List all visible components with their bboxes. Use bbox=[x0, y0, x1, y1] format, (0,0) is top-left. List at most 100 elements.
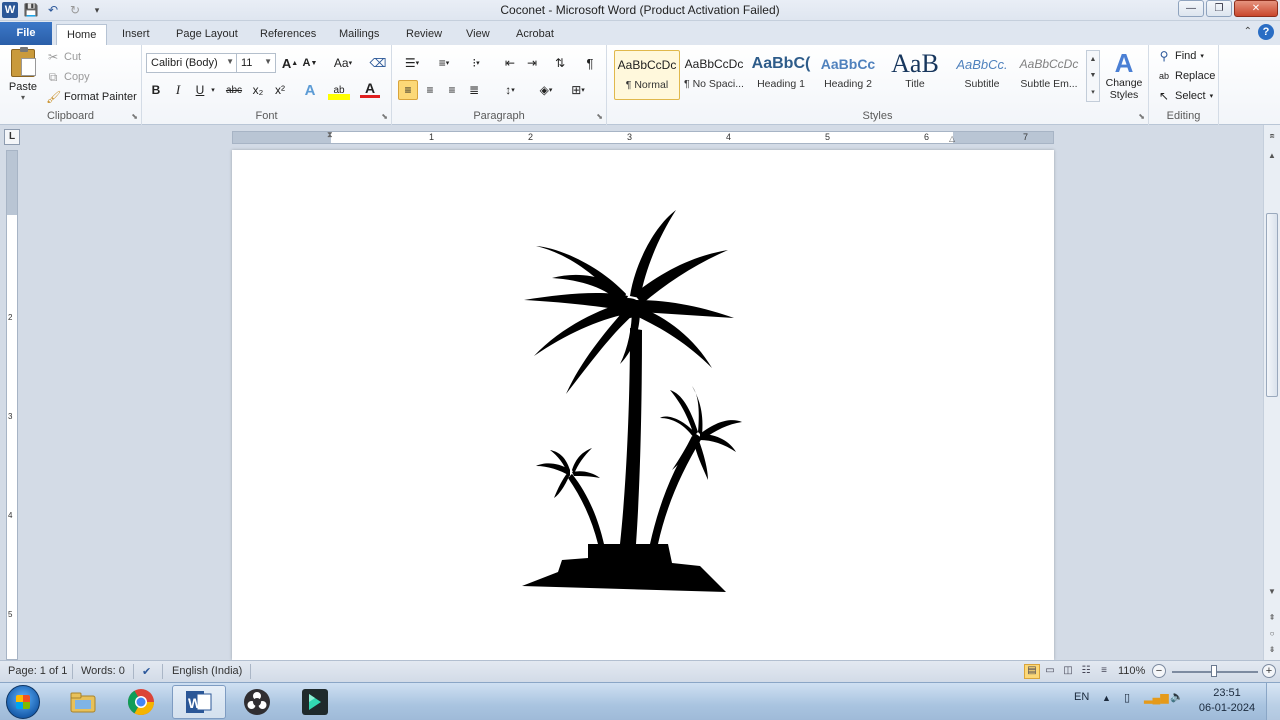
styles-gallery-scroll[interactable]: ▲ ▼ ▾ bbox=[1086, 50, 1100, 102]
scroll-down-icon[interactable]: ▼ bbox=[1266, 587, 1278, 599]
taskbar-obs[interactable] bbox=[230, 685, 284, 719]
paragraph-dialog-launcher-icon[interactable]: ⬊ bbox=[596, 112, 603, 121]
minimize-button[interactable]: — bbox=[1178, 0, 1204, 17]
proofing-icon[interactable]: ✔ bbox=[142, 665, 151, 678]
restore-button[interactable]: ❐ bbox=[1206, 0, 1232, 17]
line-spacing-icon[interactable]: ↕ ▾ bbox=[496, 80, 524, 100]
font-size-combo[interactable]: 11 ▼ bbox=[236, 53, 276, 73]
scroll-up-icon[interactable]: ▲ bbox=[1090, 56, 1097, 63]
input-language-indicator[interactable]: EN bbox=[1074, 691, 1089, 703]
justify-icon[interactable]: ≣ bbox=[464, 80, 484, 100]
scroll-down-icon[interactable]: ▼ bbox=[1090, 72, 1097, 79]
taskbar-chrome[interactable] bbox=[114, 685, 168, 719]
shading-icon[interactable]: ◈ ▾ bbox=[532, 80, 560, 100]
tab-insert[interactable]: Insert bbox=[112, 24, 160, 45]
shrink-font-button[interactable]: A ▼ bbox=[300, 53, 320, 73]
strikethrough-button[interactable]: abc bbox=[222, 80, 246, 100]
browse-object-icon[interactable]: ○ bbox=[1266, 629, 1278, 641]
clipboard-dialog-launcher-icon[interactable]: ⬊ bbox=[131, 112, 138, 121]
outline-view-icon[interactable]: ☷ bbox=[1078, 664, 1094, 679]
increase-indent-icon[interactable]: ⇥ bbox=[522, 53, 542, 73]
print-layout-view-icon[interactable]: ▤ bbox=[1024, 664, 1040, 679]
style-subtitle[interactable]: AaBbCc. Subtitle bbox=[949, 50, 1015, 100]
system-clock[interactable]: 23:51 06-01-2024 bbox=[1196, 686, 1258, 716]
font-color-button[interactable]: A bbox=[360, 80, 380, 98]
full-screen-reading-icon[interactable]: ▭ bbox=[1042, 664, 1058, 679]
tab-selector[interactable]: L bbox=[4, 129, 20, 145]
bullets-icon[interactable]: ☰ ▾ bbox=[398, 53, 426, 73]
page-count[interactable]: Page: 1 of 1 bbox=[8, 665, 67, 677]
language-indicator[interactable]: English (India) bbox=[172, 665, 242, 677]
more-styles-icon[interactable]: ▾ bbox=[1091, 88, 1095, 96]
taskbar-word[interactable]: W bbox=[172, 685, 226, 719]
style-title[interactable]: AaB Title bbox=[882, 50, 948, 100]
clear-formatting-icon[interactable]: ⌫ bbox=[368, 53, 388, 73]
show-desktop-button[interactable] bbox=[1266, 683, 1280, 720]
tab-file[interactable]: File bbox=[0, 22, 52, 45]
font-dialog-launcher-icon[interactable]: ⬊ bbox=[381, 112, 388, 121]
borders-icon[interactable]: ⊞ ▾ bbox=[564, 80, 592, 100]
align-left-icon[interactable]: ≡ bbox=[398, 80, 418, 100]
web-layout-icon[interactable]: ◫ bbox=[1060, 664, 1076, 679]
underline-dropdown-icon[interactable]: ▾ bbox=[208, 80, 218, 100]
volume-icon[interactable]: 🔈 bbox=[1170, 690, 1184, 703]
vertical-scrollbar[interactable]: ⧈ ▲ ▼ ⇞ ○ ⇟ bbox=[1263, 125, 1280, 660]
format-painter-button[interactable]: 🖌 Format Painter bbox=[46, 88, 137, 106]
paste-button[interactable]: Paste ▾ bbox=[6, 47, 40, 103]
sort-icon[interactable]: ⇅ bbox=[550, 53, 570, 73]
indent-marker-icon[interactable]: ⧗ bbox=[327, 130, 333, 140]
tab-mailings[interactable]: Mailings bbox=[329, 24, 389, 45]
numbering-icon[interactable]: ≡ ▾ bbox=[430, 53, 458, 73]
scroll-up-icon[interactable]: ▲ bbox=[1266, 151, 1278, 163]
styles-dialog-launcher-icon[interactable]: ⬊ bbox=[1138, 112, 1145, 121]
bold-button[interactable]: B bbox=[146, 80, 166, 100]
paste-dropdown-icon[interactable]: ▾ bbox=[6, 93, 40, 102]
close-button[interactable]: ✕ bbox=[1234, 0, 1278, 17]
scrollbar-thumb[interactable] bbox=[1266, 213, 1278, 397]
ruler-toggle-icon[interactable]: ⧈ bbox=[1266, 131, 1278, 143]
horizontal-ruler[interactable]: 1 2 3 4 5 6 7 ⧗ △ bbox=[232, 130, 1054, 144]
palm-tree-silhouette-image[interactable] bbox=[522, 208, 744, 598]
tab-home[interactable]: Home bbox=[56, 24, 108, 45]
style-normal[interactable]: AaBbCcDc ¶ Normal bbox=[614, 50, 680, 100]
next-page-icon[interactable]: ⇟ bbox=[1266, 645, 1278, 657]
font-name-combo[interactable]: Calibri (Body) ▼ bbox=[146, 53, 238, 73]
network-icon[interactable]: ▂▄▆ bbox=[1144, 691, 1169, 704]
zoom-slider-thumb[interactable] bbox=[1211, 665, 1217, 677]
subscript-button[interactable]: x₂ bbox=[248, 80, 268, 100]
right-indent-marker-icon[interactable]: △ bbox=[949, 134, 955, 143]
text-effects-button[interactable]: A bbox=[300, 80, 320, 100]
tab-references[interactable]: References bbox=[250, 24, 326, 45]
show-hidden-icons-icon[interactable]: ▲ bbox=[1102, 693, 1111, 703]
word-count[interactable]: Words: 0 bbox=[81, 665, 125, 677]
zoom-in-button[interactable]: + bbox=[1262, 664, 1276, 678]
style-subtle-emphasis[interactable]: AaBbCcDc Subtle Em... bbox=[1016, 50, 1082, 100]
style-no-spacing[interactable]: AaBbCcDc ¶ No Spaci... bbox=[681, 50, 747, 100]
find-button[interactable]: ⚲ Find ▾ bbox=[1157, 47, 1204, 65]
taskbar-filmora[interactable] bbox=[288, 685, 342, 719]
replace-button[interactable]: ab Replace bbox=[1157, 67, 1215, 85]
tab-acrobat[interactable]: Acrobat bbox=[506, 24, 564, 45]
tab-review[interactable]: Review bbox=[396, 24, 452, 45]
grow-font-button[interactable]: A ▲ bbox=[280, 53, 300, 73]
align-right-icon[interactable]: ≡ bbox=[442, 80, 462, 100]
copy-button[interactable]: ⧉ Copy bbox=[46, 68, 90, 86]
underline-button[interactable]: U bbox=[190, 80, 210, 100]
battery-icon[interactable]: ▯ bbox=[1124, 691, 1130, 704]
vertical-ruler[interactable]: 2 3 4 5 bbox=[6, 150, 18, 660]
draft-view-icon[interactable]: ≡ bbox=[1096, 664, 1112, 679]
highlight-button[interactable]: ab bbox=[328, 80, 350, 100]
italic-button[interactable]: I bbox=[168, 80, 188, 100]
multilevel-list-icon[interactable]: ⁝ ▾ bbox=[462, 53, 490, 73]
document-page[interactable] bbox=[232, 150, 1054, 660]
previous-page-icon[interactable]: ⇞ bbox=[1266, 613, 1278, 625]
superscript-button[interactable]: x² bbox=[270, 80, 290, 100]
start-button[interactable] bbox=[6, 685, 40, 719]
style-heading-1[interactable]: AaBbC( Heading 1 bbox=[748, 50, 814, 100]
change-styles-button[interactable]: A Change Styles bbox=[1103, 49, 1145, 101]
change-case-button[interactable]: Aa ▾ bbox=[330, 53, 356, 73]
zoom-level[interactable]: 110% bbox=[1118, 665, 1145, 677]
select-button[interactable]: ↖ Select ▾ bbox=[1157, 87, 1213, 105]
minimize-ribbon-icon[interactable]: ⌃ bbox=[1244, 26, 1252, 37]
style-heading-2[interactable]: AaBbCc Heading 2 bbox=[815, 50, 881, 100]
